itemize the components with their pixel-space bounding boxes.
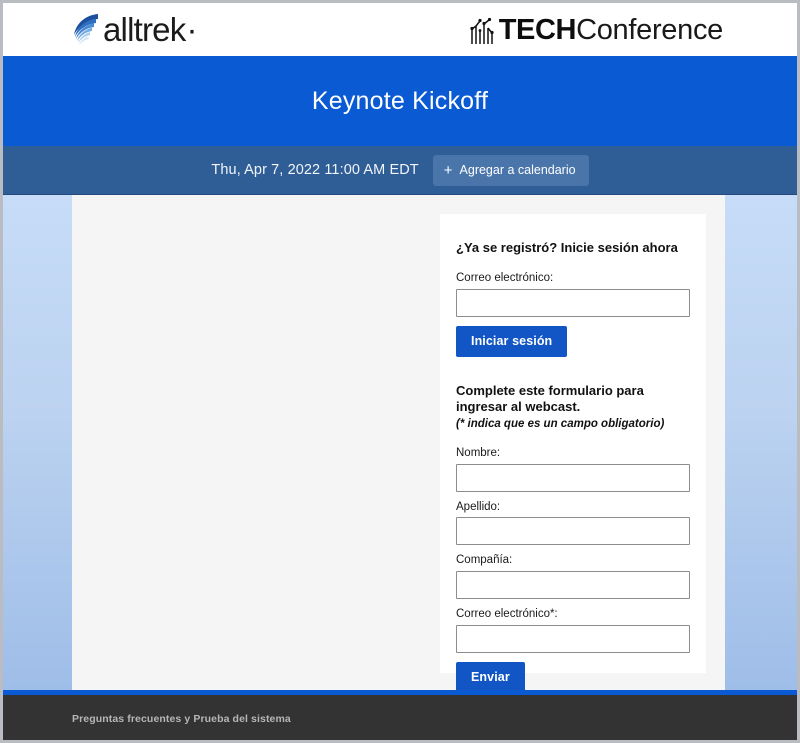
main-stage: ¿Ya se registró? Inicie sesión ahora Cor… (3, 194, 797, 693)
registration-card: ¿Ya se registró? Inicie sesión ahora Cor… (440, 214, 706, 693)
register-heading: Complete este formulario para ingresar a… (456, 382, 644, 415)
add-to-calendar-button[interactable]: + Agregar a calendario (432, 154, 589, 186)
alltrek-swoosh-icon (74, 14, 98, 45)
hero-banner: Keynote Kickoff (3, 56, 797, 146)
field-compania: Compañía: (456, 554, 690, 600)
field-correo: Correo electrónico*: (456, 608, 690, 653)
field-nombre-label: Nombre: (456, 446, 501, 459)
field-nombre: Nombre: (456, 447, 690, 492)
alltrek-wordmark: alltrek (103, 11, 186, 48)
login-email-input[interactable] (456, 289, 690, 318)
content-pane: ¿Ya se registró? Inicie sesión ahora Cor… (72, 195, 725, 693)
field-compania-label: Compañía: (456, 554, 513, 567)
register-submit-button[interactable]: Enviar (456, 661, 525, 693)
conference-wordmark: Conference (576, 14, 723, 46)
field-correo-input[interactable] (456, 624, 690, 653)
alltrek-logo: alltrek · (72, 10, 197, 50)
field-apellido-label: Apellido: (456, 500, 501, 513)
required-field-note: (* indica que es un campo obligatorio) (456, 418, 665, 431)
plus-icon: + (443, 161, 453, 179)
login-email-group: Correo electrónico: (456, 272, 690, 318)
event-datetime: Thu, Apr 7, 2022 11:00 AM EDT (211, 162, 419, 178)
circuit-board-icon (470, 17, 494, 44)
event-info-bar: Thu, Apr 7, 2022 11:00 AM EDT + Agregar … (3, 146, 797, 194)
site-footer: Preguntas frecuentes y Prueba del sistem… (3, 690, 797, 740)
page-title: Keynote Kickoff (311, 86, 489, 115)
field-correo-label: Correo electrónico*: (456, 608, 558, 621)
tech-wordmark: TECH (498, 14, 577, 46)
site-header: alltrek · TECH Conference (3, 3, 797, 56)
register-button-wrap: Enviar (456, 661, 690, 693)
field-apellido-input[interactable] (456, 517, 690, 546)
tech-conference-logo: TECH Conference (468, 13, 723, 47)
alltrek-logo-dot: · (186, 11, 198, 48)
login-submit-button[interactable]: Iniciar sesión (456, 326, 568, 357)
field-nombre-input[interactable] (456, 463, 690, 492)
login-email-label: Correo electrónico: (456, 272, 554, 285)
field-apellido: Apellido: (456, 501, 690, 546)
login-heading: ¿Ya se registró? Inicie sesión ahora (456, 240, 678, 255)
faq-system-test-link[interactable]: Preguntas frecuentes y Prueba del sistem… (72, 713, 291, 725)
login-button-wrap: Iniciar sesión (456, 326, 690, 357)
field-compania-input[interactable] (456, 571, 690, 600)
browser-window: alltrek · TECH Conference Keynote Kickof… (0, 0, 800, 743)
add-to-calendar-label: Agregar a calendario (459, 162, 576, 177)
